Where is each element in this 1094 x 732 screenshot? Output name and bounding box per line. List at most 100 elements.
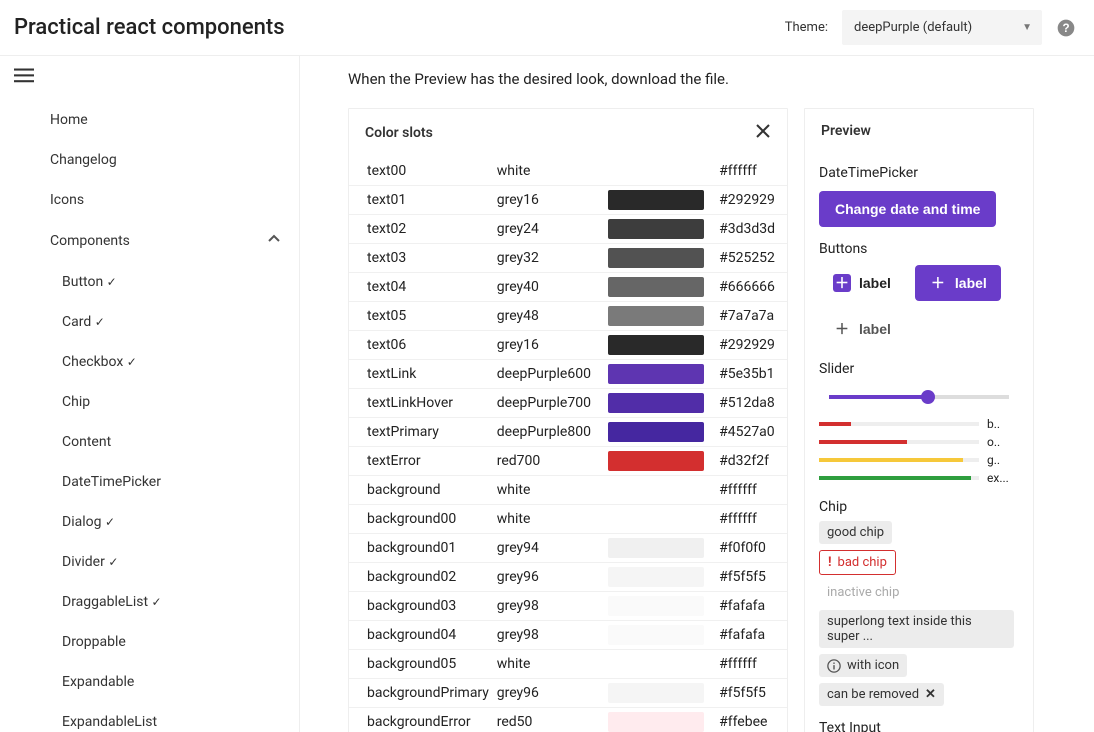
color-row[interactable]: background00white#ffffff xyxy=(349,505,787,534)
color-row[interactable]: background04grey98#fafafa xyxy=(349,621,787,650)
color-swatch xyxy=(608,563,714,592)
chip-removable[interactable]: can be removed ✕ xyxy=(819,683,944,706)
color-row[interactable]: text03grey32#525252 xyxy=(349,244,787,273)
sidebar-item-dialog[interactable]: Dialog ✓ xyxy=(36,502,295,542)
label-button-ghost[interactable]: ＋ label xyxy=(819,311,905,347)
color-value: deepPurple800 xyxy=(497,418,608,447)
color-row[interactable]: backgroundPrimarygrey96#f5f5f5 xyxy=(349,679,787,708)
svg-text:?: ? xyxy=(1062,22,1069,35)
color-value: grey94 xyxy=(497,534,608,563)
color-name: textLink xyxy=(349,360,497,389)
color-value: grey96 xyxy=(497,679,608,708)
close-icon[interactable]: ✕ xyxy=(925,687,936,702)
chip-with-icon[interactable]: with icon xyxy=(819,654,907,677)
color-hex: #ffffff xyxy=(713,476,787,505)
color-value: grey24 xyxy=(497,215,608,244)
color-row[interactable]: text01grey16#292929 xyxy=(349,186,787,215)
sidebar-item-draggablelist[interactable]: DraggableList ✓ xyxy=(36,582,295,622)
color-swatch xyxy=(608,679,714,708)
help-icon[interactable]: ? xyxy=(1056,18,1076,38)
color-swatch xyxy=(608,447,714,476)
color-hex: #512da8 xyxy=(713,389,787,418)
color-name: background04 xyxy=(349,621,497,650)
color-hex: #292929 xyxy=(713,186,787,215)
color-value: grey98 xyxy=(497,592,608,621)
color-hex: #5e35b1 xyxy=(713,360,787,389)
color-row[interactable]: text00white#ffffff xyxy=(349,157,787,186)
color-value: white xyxy=(497,505,608,534)
color-swatch xyxy=(608,534,714,563)
color-value: grey16 xyxy=(497,331,608,360)
color-value: white xyxy=(497,650,608,679)
color-swatch xyxy=(608,360,714,389)
color-value: deepPurple700 xyxy=(497,389,608,418)
sidebar-item-content[interactable]: Content xyxy=(36,422,295,462)
color-hex: #525252 xyxy=(713,244,787,273)
color-row[interactable]: text02grey24 #3d3d3d xyxy=(349,215,787,244)
sidebar-item-droppable[interactable]: Droppable xyxy=(36,622,295,662)
color-name: background xyxy=(349,476,497,505)
color-name: text04 xyxy=(349,273,497,302)
color-slots-title: Color slots xyxy=(365,125,433,141)
sidebar-item-expandable[interactable]: Expandable xyxy=(36,662,295,702)
label-button-filled[interactable]: ＋ label xyxy=(915,265,1001,301)
sidebar-item-changelog[interactable]: Changelog xyxy=(36,140,295,180)
color-row[interactable]: text05grey48#7a7a7a xyxy=(349,302,787,331)
chip-bad[interactable]: !bad chip xyxy=(819,550,896,575)
slider-knob[interactable] xyxy=(921,390,935,404)
color-name: background05 xyxy=(349,650,497,679)
color-row[interactable]: background03grey98#fafafa xyxy=(349,592,787,621)
sidebar-item-button[interactable]: Button ✓ xyxy=(36,262,295,302)
color-hex: #4527a0 xyxy=(713,418,787,447)
theme-value: deepPurple (default) xyxy=(854,20,972,35)
sidebar-item-card[interactable]: Card ✓ xyxy=(36,302,295,342)
chip-good[interactable]: good chip xyxy=(819,521,892,544)
chip-long[interactable]: superlong text inside this super ... xyxy=(819,610,1014,648)
color-name: textLinkHover xyxy=(349,389,497,418)
color-hex: #666666 xyxy=(713,273,787,302)
color-row[interactable]: backgroundwhite#ffffff xyxy=(349,476,787,505)
color-value: grey98 xyxy=(497,621,608,650)
menu-icon[interactable] xyxy=(0,56,299,100)
color-row[interactable]: backgroundErrorred50#ffebee xyxy=(349,708,787,732)
sidebar-item-expandablelist[interactable]: ExpandableList xyxy=(36,702,295,732)
color-swatch xyxy=(608,244,714,273)
color-row[interactable]: text04grey40 #666666 xyxy=(349,273,787,302)
sidebar-item-divider[interactable]: Divider ✓ xyxy=(36,542,295,582)
sidebar-item-datetimepicker[interactable]: DateTimePicker xyxy=(36,462,295,502)
color-name: text05 xyxy=(349,302,497,331)
label-button-outline[interactable]: ＋ label xyxy=(819,265,905,301)
theme-select[interactable]: deepPurple (default) xyxy=(842,10,1042,45)
color-name: text02 xyxy=(349,215,497,244)
theme-label: Theme: xyxy=(785,20,828,35)
color-row[interactable]: textPrimarydeepPurple800#4527a0 xyxy=(349,418,787,447)
color-row[interactable]: background02grey96#f5f5f5 xyxy=(349,563,787,592)
color-row[interactable]: background05white#ffffff xyxy=(349,650,787,679)
color-swatch xyxy=(608,157,714,186)
color-hex: #d32f2f xyxy=(713,447,787,476)
sidebar-item-chip[interactable]: Chip xyxy=(36,382,295,422)
color-hex: #ffffff xyxy=(713,505,787,534)
color-row[interactable]: text06grey16#292929 xyxy=(349,331,787,360)
color-hex: #3d3d3d xyxy=(713,215,787,244)
color-row[interactable]: background01grey94#f0f0f0 xyxy=(349,534,787,563)
color-name: textError xyxy=(349,447,497,476)
intro-text: When the Preview has the desired look, d… xyxy=(348,70,1094,88)
color-name: text00 xyxy=(349,157,497,186)
color-row[interactable]: textLinkdeepPurple600#5e35b1 xyxy=(349,360,787,389)
sidebar-item-home[interactable]: Home xyxy=(36,100,295,140)
sidebar-item-checkbox[interactable]: Checkbox ✓ xyxy=(36,342,295,382)
color-row[interactable]: textLinkHoverdeepPurple700 #512da8 xyxy=(349,389,787,418)
change-date-button[interactable]: Change date and time xyxy=(819,191,996,227)
sidebar-item-icons[interactable]: Icons xyxy=(36,180,295,220)
color-swatch xyxy=(608,708,714,732)
color-swatch xyxy=(608,389,714,418)
color-value: grey32 xyxy=(497,244,608,273)
color-row[interactable]: textErrorred700#d32f2f xyxy=(349,447,787,476)
slider[interactable] xyxy=(829,395,1009,399)
close-icon[interactable] xyxy=(755,123,771,143)
color-hex: #f0f0f0 xyxy=(713,534,787,563)
sidebar-item-components[interactable]: Components xyxy=(36,220,295,262)
color-hex: #fafafa xyxy=(713,592,787,621)
color-value: grey40 xyxy=(497,273,608,302)
